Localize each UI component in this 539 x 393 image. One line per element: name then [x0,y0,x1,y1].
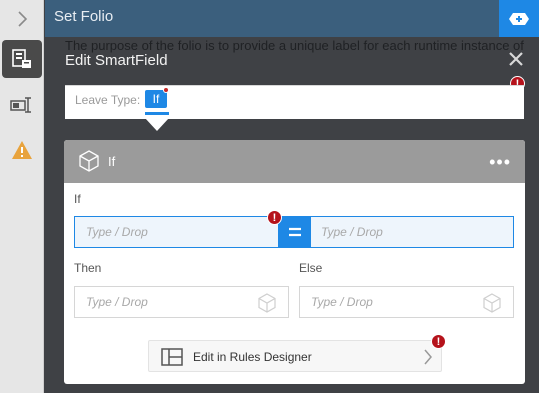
add-button[interactable] [499,0,539,37]
rules-designer-label: Edit in Rules Designer [193,350,312,364]
smartfield-tool-button[interactable] [2,40,42,78]
placeholder-text: Type / Drop [311,295,373,309]
condition-field: Type / Drop Type / Drop [74,216,514,248]
cube-icon [79,150,99,172]
error-icon[interactable]: ! [431,334,446,349]
smartfield-icon [12,49,31,68]
rules-designer-icon [161,348,183,366]
cube-icon [258,293,276,313]
warning-icon [12,141,32,159]
equals-icon [288,227,301,237]
more-options-button[interactable]: ••• [489,152,511,173]
chip-selection-underline [145,112,169,115]
chevron-right-icon [18,11,28,27]
if-function-card: If ••• If Type / Drop Type / Drop ! Then… [64,140,525,384]
error-icon[interactable]: ! [267,210,282,225]
dialog-title: Edit SmartField [65,52,168,69]
add-icon [509,12,529,25]
cube-icon [483,293,501,313]
else-label: Else [299,261,323,275]
edit-in-rules-designer-button[interactable]: Edit in Rules Designer [148,340,442,372]
header-bar: Set Folio [45,0,539,37]
card-title: If [108,154,116,169]
condition-left-input[interactable]: Type / Drop [75,217,278,247]
then-label: Then [74,261,102,275]
chevron-right-icon [424,349,432,365]
page-title: Set Folio [54,8,114,25]
close-icon[interactable] [508,51,524,67]
operator-button[interactable] [278,217,311,247]
chip-error-dot [163,87,169,93]
else-input[interactable]: Type / Drop [299,286,514,318]
then-input[interactable]: Type / Drop [74,286,289,318]
folio-description: The purpose of the folio is to provide a… [65,38,524,53]
expand-rail-button[interactable] [2,0,42,38]
placeholder-text: Type / Drop [86,295,148,309]
placeholder-text: Type / Drop [321,225,383,239]
callout-pointer [145,118,169,131]
condition-right-input[interactable]: Type / Drop [311,217,513,247]
form-control-icon [10,97,31,113]
form-control-button[interactable] [2,86,42,124]
if-label: If [74,192,81,206]
expression-strip: Leave Type: If [65,85,524,119]
card-header: If ••• [64,140,525,183]
leave-type-label: Leave Type: [75,93,141,107]
warning-button[interactable] [2,131,42,169]
left-rail [0,0,44,393]
placeholder-text: Type / Drop [86,225,148,239]
